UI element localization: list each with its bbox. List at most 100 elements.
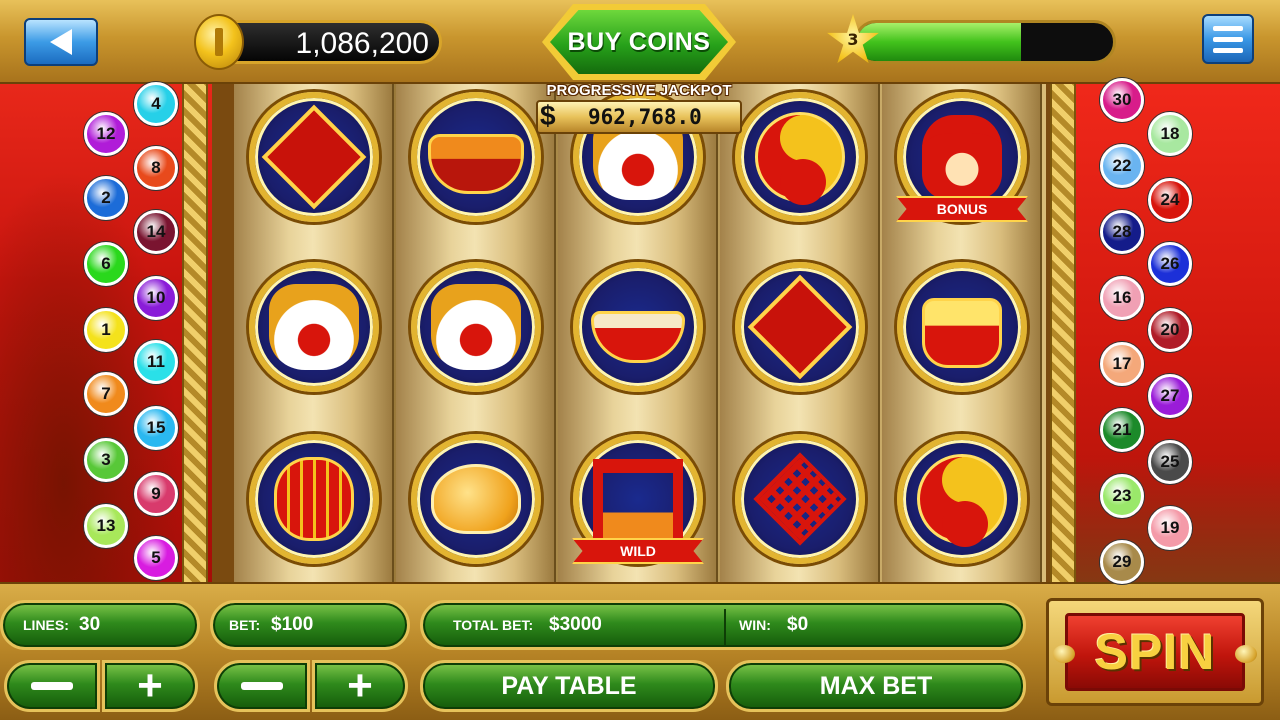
payline-21-indicator[interactable]: 21 (1100, 408, 1144, 452)
total-bet-label: TOTAL BET: (453, 617, 534, 633)
reel-1 (234, 84, 394, 582)
lines-label: LINES: (23, 617, 69, 633)
jackpot-value: 962,768.0 (588, 105, 702, 129)
lines-increase-button[interactable]: + (102, 660, 198, 712)
lines-decrease-button[interactable] (4, 660, 100, 712)
bet-display: BET: $100 (210, 600, 410, 650)
reel-symbol (735, 92, 865, 222)
payline-16-indicator[interactable]: 16 (1100, 276, 1144, 320)
menu-button[interactable] (1202, 14, 1254, 64)
bet-increase-button[interactable]: + (312, 660, 408, 712)
lines-display: LINES: 30 (0, 600, 200, 650)
reel-symbol (735, 434, 865, 564)
spin-button[interactable]: SPIN (1046, 598, 1264, 706)
reel-symbol (249, 92, 379, 222)
payline-26-indicator[interactable]: 26 (1148, 242, 1192, 286)
fu-diamond-icon (747, 274, 853, 380)
payline-4-indicator[interactable]: 4 (134, 82, 178, 126)
payline-28-indicator[interactable]: 28 (1100, 210, 1144, 254)
payline-18-indicator[interactable]: 18 (1148, 112, 1192, 156)
payline-5-indicator[interactable]: 5 (134, 536, 178, 580)
pay-table-label: PAY TABLE (501, 671, 637, 700)
hamburger-menu-icon (1213, 25, 1243, 31)
gold-coin-icon (194, 14, 244, 70)
xp-progress-bar (854, 20, 1116, 64)
bet-label: BET: (229, 617, 261, 633)
right-reel-frame (1050, 84, 1076, 582)
reel-symbol (897, 262, 1027, 392)
buy-coins-label: BUY COINS (567, 27, 711, 56)
bet-decrease-button[interactable] (214, 660, 310, 712)
total-bet-win-display: TOTAL BET: $3000 WIN: $0 (420, 600, 1026, 650)
fortune-god-icon (922, 115, 1002, 199)
spin-right-knob (1235, 645, 1257, 663)
coin-balance: 1,086,200 (194, 14, 446, 70)
rice-bowl-icon (591, 311, 685, 363)
win-value: $0 (787, 614, 809, 635)
yin-yang-icon (917, 454, 1007, 547)
payline-10-indicator[interactable]: 10 (134, 276, 178, 320)
left-reel-frame (182, 84, 208, 582)
jackpot-title: PROGRESSIVE JACKPOT (546, 82, 732, 99)
reel-4 (720, 84, 880, 582)
progressive-jackpot: PROGRESSIVE JACKPOT $ 962,768.0 (534, 82, 744, 134)
payline-15-indicator[interactable]: 15 (134, 406, 178, 450)
fruit-basket-icon (428, 134, 524, 194)
symbol-ribbon: BONUS (896, 196, 1028, 222)
spin-left-knob (1053, 645, 1075, 663)
lion-dance-icon (431, 284, 521, 370)
reel-symbol (735, 262, 865, 392)
slot-reels: WILD BONUS (234, 84, 1046, 582)
coin-balance-field: 1,086,200 (214, 20, 442, 64)
max-bet-button[interactable]: MAX BET (726, 660, 1026, 712)
coin-balance-value: 1,086,200 (295, 27, 429, 60)
reel-symbol (411, 434, 541, 564)
payline-17-indicator[interactable]: 17 (1100, 342, 1144, 386)
payline-20-indicator[interactable]: 20 (1148, 308, 1192, 352)
reel-symbol (249, 262, 379, 392)
bet-value: $100 (271, 614, 314, 635)
max-bet-label: MAX BET (819, 671, 933, 700)
back-arrow-icon (50, 29, 72, 55)
reel-3: WILD (558, 84, 718, 582)
payline-12-indicator[interactable]: 12 (84, 112, 128, 156)
reel-5: BONUS (882, 84, 1042, 582)
payline-27-indicator[interactable]: 27 (1148, 374, 1192, 418)
payline-22-indicator[interactable]: 22 (1100, 144, 1144, 188)
buy-coins-button[interactable]: BUY COINS (542, 4, 736, 80)
payline-7-indicator[interactable]: 7 (84, 372, 128, 416)
lines-value: 30 (79, 614, 101, 635)
payline-19-indicator[interactable]: 19 (1148, 506, 1192, 550)
payline-14-indicator[interactable]: 14 (134, 210, 178, 254)
yin-yang-icon (755, 112, 845, 205)
payline-8-indicator[interactable]: 8 (134, 146, 178, 190)
reel-symbol (897, 434, 1027, 564)
chinese-knot-icon (753, 452, 847, 546)
payline-9-indicator[interactable]: 9 (134, 472, 178, 516)
reel-symbol (573, 262, 703, 392)
payline-11-indicator[interactable]: 11 (134, 340, 178, 384)
back-button[interactable] (24, 18, 98, 66)
win-label: WIN: (739, 617, 771, 633)
pay-table-button[interactable]: PAY TABLE (420, 660, 718, 712)
level-number: 3 (847, 30, 859, 49)
payline-3-indicator[interactable]: 3 (84, 438, 128, 482)
payline-2-indicator[interactable]: 2 (84, 176, 128, 220)
minus-icon (241, 682, 283, 690)
payline-24-indicator[interactable]: 24 (1148, 178, 1192, 222)
payline-1-indicator[interactable]: 1 (84, 308, 128, 352)
level-progress: 3 (826, 14, 1118, 72)
reel-symbol (411, 262, 541, 392)
plus-icon: + (347, 661, 373, 710)
reel-symbol (411, 92, 541, 222)
divider (724, 609, 726, 645)
payline-13-indicator[interactable]: 13 (84, 504, 128, 548)
temple-gate-icon (593, 459, 683, 539)
red-lantern-icon (274, 457, 354, 541)
payline-30-indicator[interactable]: 30 (1100, 78, 1144, 122)
top-bar: 1,086,200 BUY COINS 3 (0, 0, 1280, 84)
payline-29-indicator[interactable]: 29 (1100, 540, 1144, 584)
payline-25-indicator[interactable]: 25 (1148, 440, 1192, 484)
payline-23-indicator[interactable]: 23 (1100, 474, 1144, 518)
payline-6-indicator[interactable]: 6 (84, 242, 128, 286)
